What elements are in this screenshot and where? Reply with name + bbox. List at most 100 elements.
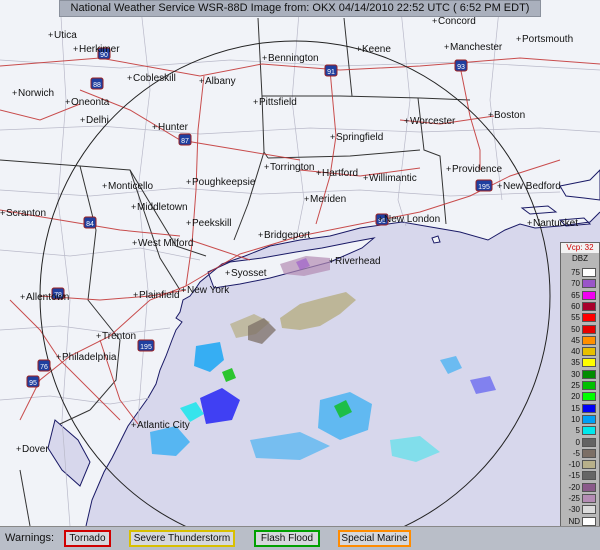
city-label: Boston	[494, 110, 525, 121]
interstate-number: 93	[457, 64, 465, 71]
legend-value: 65	[571, 290, 580, 300]
legend-swatch	[582, 482, 596, 492]
city-marker: +	[378, 214, 383, 224]
city-label: Springfield	[336, 132, 383, 143]
city-providence: + Providence	[446, 164, 502, 175]
legend-row: -5	[562, 448, 598, 459]
city-manchester: + Manchester	[444, 42, 503, 53]
city-label: Trenton	[102, 331, 136, 342]
city-hartford: + Hartford	[316, 168, 358, 179]
city-label: Portsmouth	[522, 34, 573, 45]
city-label: Delhi	[86, 115, 109, 126]
interstate-number: 95	[29, 380, 37, 387]
city-label: Providence	[452, 164, 502, 175]
radar-map[interactable]: 909193888784 95195781957695 + Concord+ Utic…	[0, 0, 600, 526]
city-marker: +	[16, 444, 21, 454]
legend-swatch	[582, 301, 596, 311]
legend-row: 40	[562, 346, 598, 357]
city-label: Dover	[22, 444, 49, 455]
city-dover: + Dover	[16, 444, 49, 455]
interstate-number: 195	[140, 344, 152, 351]
city-pittsfield: + Pittsfield	[253, 97, 297, 108]
city-label: Bennington	[268, 53, 319, 64]
warning-special-marine-label: Special Marine	[341, 533, 408, 544]
warning-flash-flood-button[interactable]: Flash Flood	[254, 530, 320, 547]
city-hunter: + Hunter	[152, 122, 189, 133]
city-marker: +	[131, 420, 136, 430]
interstate-shield: 91	[324, 64, 338, 77]
city-label: New London	[384, 214, 440, 225]
city-marker: +	[488, 110, 493, 120]
legend-row: 50	[562, 324, 598, 335]
city-label: New York	[187, 285, 230, 296]
legend-row: 20	[562, 391, 598, 402]
city-albany: + Albany	[199, 76, 236, 87]
city-utica: + Utica	[48, 30, 77, 41]
city-label: West Milford	[138, 238, 193, 249]
interstate-shield: 93	[454, 59, 468, 72]
city-marker: +	[356, 44, 361, 54]
city-label: New Bedford	[503, 181, 561, 192]
interstate-shield: 195	[137, 339, 155, 352]
legend-value: 45	[571, 335, 580, 345]
warnings-label: Warnings:	[5, 532, 55, 544]
city-label: Hunter	[158, 122, 189, 133]
city-label: Syosset	[231, 268, 267, 279]
city-marker: +	[102, 181, 107, 191]
city-marker: +	[132, 238, 137, 248]
legend-swatch	[582, 494, 596, 503]
warnings-bar: Warnings: Tornado Severe Thunderstorm Fl…	[0, 526, 600, 550]
legend-swatch	[582, 392, 596, 402]
city-marker: +	[304, 194, 309, 204]
city-marker: +	[20, 292, 25, 302]
city-label: Herkimer	[79, 44, 120, 55]
city-bennington: + Bennington	[262, 53, 319, 64]
warning-severe-thunderstorm-button[interactable]: Severe Thunderstorm	[129, 530, 235, 547]
city-marker: +	[497, 181, 502, 191]
city-marker: +	[432, 16, 437, 26]
city-oneonta: + Oneonta	[65, 97, 110, 108]
city-atlantic-city: + Atlantic City	[131, 420, 190, 431]
legend-value: 70	[571, 279, 580, 289]
legend-value: 0	[575, 437, 580, 447]
city-label: Meriden	[310, 194, 346, 205]
city-marker: +	[186, 177, 191, 187]
city-boston: + Boston	[488, 110, 525, 121]
city-marker: +	[446, 164, 451, 174]
legend-value: -25	[568, 494, 580, 503]
warning-special-marine-button[interactable]: Special Marine	[338, 530, 411, 547]
legend-value: 35	[571, 358, 580, 368]
city-label: Concord	[438, 16, 476, 27]
legend-swatch	[582, 505, 596, 515]
city-marker: +	[316, 168, 321, 178]
city-philadelphia: + Philadelphia	[56, 352, 117, 363]
city-label: Keene	[362, 44, 391, 55]
legend-row: 70	[562, 278, 598, 289]
city-marker: +	[199, 76, 204, 86]
legend-swatch	[582, 448, 596, 458]
legend-value: -30	[568, 505, 580, 515]
interstate-number: 88	[93, 82, 101, 89]
legend-swatch	[582, 369, 596, 379]
city-cobleskill: + Cobleskill	[127, 73, 176, 84]
city-marker: +	[181, 285, 186, 295]
legend-row: -15	[562, 470, 598, 481]
legend-value: ND	[568, 516, 580, 526]
legend-row: 35	[562, 357, 598, 368]
city-trenton: + Trenton	[96, 331, 136, 342]
legend-row: 0	[562, 437, 598, 448]
legend-swatch	[582, 403, 596, 413]
city-torrington: + Torrington	[264, 162, 314, 173]
city-poughkeepsie: + Poughkeepsie	[186, 177, 256, 188]
city-plainfield: + Plainfield	[133, 290, 180, 301]
city-label: Middletown	[137, 202, 188, 213]
warning-flash-flood-label: Flash Flood	[260, 533, 314, 544]
city-marker: +	[48, 30, 53, 40]
city-marker: +	[65, 97, 70, 107]
city-label: Atlantic City	[137, 420, 190, 431]
city-syosset: + Syosset	[225, 268, 267, 279]
warning-tornado-button[interactable]: Tornado	[64, 530, 111, 547]
legend-value: 30	[571, 369, 580, 379]
city-label: Cobleskill	[133, 73, 176, 84]
city-marker: +	[73, 44, 78, 54]
